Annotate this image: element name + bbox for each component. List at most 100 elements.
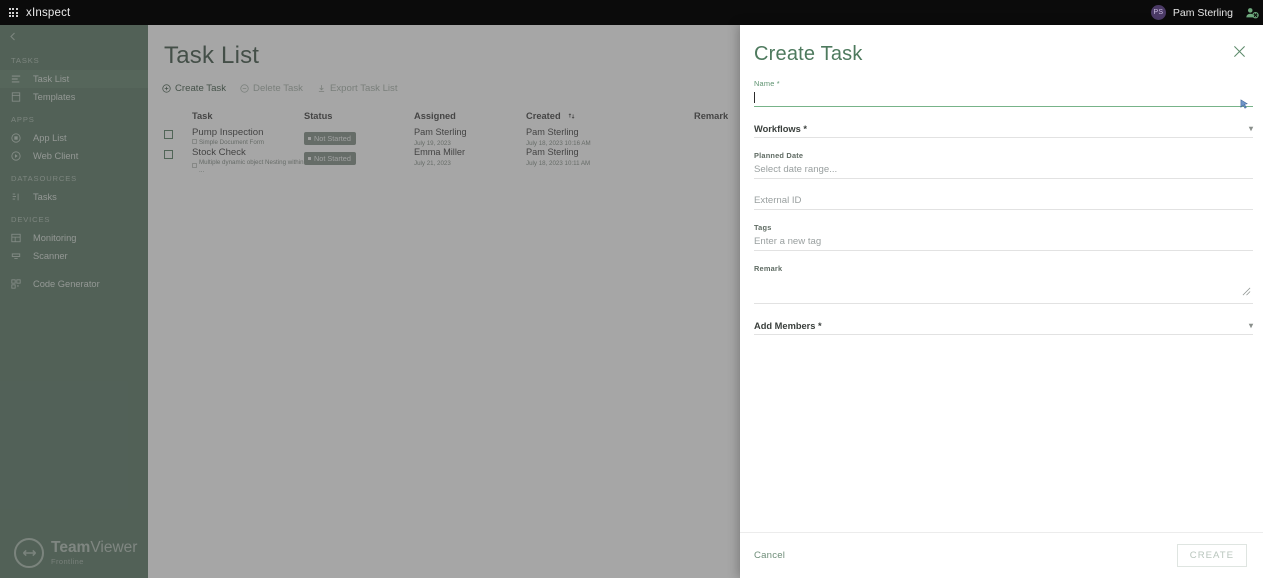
sidebar-section-title: TASKS	[11, 56, 40, 65]
name-input[interactable]	[754, 89, 1253, 107]
column-header-task: Task	[192, 110, 213, 121]
status-dot-icon	[308, 137, 311, 140]
sidebar-item-label: Code Generator	[33, 279, 100, 289]
user-name-label: Pam Sterling	[1172, 6, 1233, 19]
sidebar-group-apps: APPS App List Web Client	[0, 106, 148, 165]
workflows-select[interactable]: Workflows * ▾	[754, 120, 1253, 138]
row-created-cell: Pam Sterling July 18, 2023 10:16 AM	[526, 127, 694, 148]
field-tags: Tags Enter a new tag	[754, 223, 1253, 251]
close-icon[interactable]	[1229, 41, 1249, 61]
sidebar-group-tools: Code Generator	[0, 275, 148, 293]
field-label-tags: Tags	[754, 223, 772, 232]
create-button[interactable]: CREATE	[1176, 544, 1247, 567]
field-label-add-members: Add Members *	[754, 320, 822, 331]
cancel-button[interactable]: Cancel	[754, 550, 785, 561]
field-workflows: Workflows * ▾	[754, 120, 1253, 138]
row-task-cell: Stock Check Multiple dynamic object Nest…	[192, 147, 304, 175]
teamviewer-logo-icon	[14, 538, 44, 568]
sidebar-item-templates[interactable]: Templates	[0, 88, 148, 106]
sidebar-item-label: Scanner	[33, 251, 68, 261]
status-badge: Not Started	[304, 152, 356, 165]
row-status-cell: Not Started	[304, 127, 414, 145]
field-remark: Remark	[754, 264, 1253, 304]
sort-arrows-icon[interactable]	[568, 112, 575, 121]
resize-handle-icon[interactable]	[1242, 283, 1251, 301]
sidebar-item-label: App List	[33, 133, 67, 143]
download-icon	[317, 84, 326, 93]
sidebar-section-title: DEVICES	[11, 215, 51, 224]
sidebar-item-task-list[interactable]: Task List	[0, 70, 148, 88]
user-settings-icon[interactable]	[1241, 0, 1263, 25]
top-bar-right: PS Pam Sterling	[1150, 0, 1263, 25]
planned-date-input[interactable]: Select date range...	[754, 161, 1253, 179]
assigned-name: Emma Miller	[414, 147, 466, 157]
minus-circle-icon	[240, 84, 249, 93]
sidebar-item-monitoring[interactable]: Monitoring	[0, 229, 148, 247]
row-task-cell: Pump Inspection Simple Document Form	[192, 127, 304, 147]
sidebar: TASKS Task List Templates APPS App List …	[0, 25, 148, 578]
created-name: Pam Sterling	[526, 127, 579, 137]
avatar[interactable]: PS	[1150, 5, 1166, 20]
row-assigned-cell: Pam Sterling July 19, 2023	[414, 127, 526, 148]
drawer-title: Create Task	[754, 43, 863, 65]
row-checkbox-cell	[164, 147, 192, 159]
column-header-assigned: Assigned	[414, 110, 456, 121]
cursor-icon	[1240, 97, 1249, 115]
datasource-icon	[11, 192, 33, 202]
sidebar-item-web-client[interactable]: Web Client	[0, 147, 148, 165]
sidebar-item-scanner[interactable]: Scanner	[0, 247, 148, 265]
sidebar-item-code-generator[interactable]: Code Generator	[0, 275, 148, 293]
create-task-button[interactable]: Create Task	[162, 83, 226, 94]
status-badge: Not Started	[304, 132, 356, 145]
document-icon	[192, 163, 197, 171]
chevron-down-icon: ▾	[1248, 124, 1253, 133]
column-header-created-label: Created	[526, 110, 561, 121]
row-checkbox-cell	[164, 127, 192, 139]
plus-circle-icon	[162, 84, 171, 93]
toolbar-label: Create Task	[175, 83, 227, 94]
apps-grid-icon[interactable]	[0, 8, 26, 17]
assigned-name: Pam Sterling	[414, 127, 467, 137]
export-task-list-button[interactable]: Export Task List	[317, 83, 398, 94]
planned-date-placeholder: Select date range...	[754, 164, 838, 175]
sidebar-group-tasks: TASKS Task List Templates	[0, 47, 148, 106]
sidebar-group-devices: DEVICES Monitoring Scanner	[0, 206, 148, 265]
add-members-select[interactable]: Add Members * ▾	[754, 317, 1253, 335]
task-table: Task Status Assigned Created Remark Pump…	[148, 107, 740, 174]
table-header-row: Task Status Assigned Created Remark	[164, 107, 740, 124]
remark-textarea[interactable]	[754, 274, 1253, 304]
sidebar-item-app-list[interactable]: App List	[0, 129, 148, 147]
tags-input[interactable]: Enter a new tag	[754, 233, 1253, 251]
toolbar: Create Task Delete Task Export Task List	[148, 70, 740, 94]
row-checkbox[interactable]	[164, 150, 173, 159]
task-subtitle-row: Simple Document Form	[192, 139, 304, 147]
sidebar-collapse-button[interactable]	[0, 25, 148, 47]
template-icon	[11, 92, 33, 102]
field-label-planned-date: Planned Date	[754, 151, 804, 160]
column-header-created[interactable]: Created	[526, 111, 694, 121]
delete-task-button[interactable]: Delete Task	[240, 83, 303, 94]
created-date: July 18, 2023 10:11 AM	[526, 160, 591, 167]
document-icon	[192, 139, 197, 147]
toolbar-label: Export Task List	[329, 83, 398, 94]
text-caret	[754, 92, 755, 103]
sidebar-item-tasks[interactable]: Tasks	[0, 188, 148, 206]
task-name: Pump Inspection	[192, 127, 264, 138]
external-id-input[interactable]: External ID	[754, 192, 1253, 210]
table-row[interactable]: Pump Inspection Simple Document Form Not…	[164, 124, 740, 147]
table-row[interactable]: Stock Check Multiple dynamic object Nest…	[164, 144, 740, 174]
chevron-down-icon: ▾	[1248, 321, 1253, 330]
external-id-placeholder: External ID	[754, 195, 802, 206]
brand-sub: Frontline	[51, 557, 84, 567]
row-checkbox[interactable]	[164, 130, 173, 139]
toolbar-label: Delete Task	[253, 83, 303, 94]
play-circle-icon	[11, 151, 33, 161]
monitor-icon	[11, 233, 33, 243]
teamviewer-wordmark: TeamViewer Frontline	[51, 540, 137, 567]
